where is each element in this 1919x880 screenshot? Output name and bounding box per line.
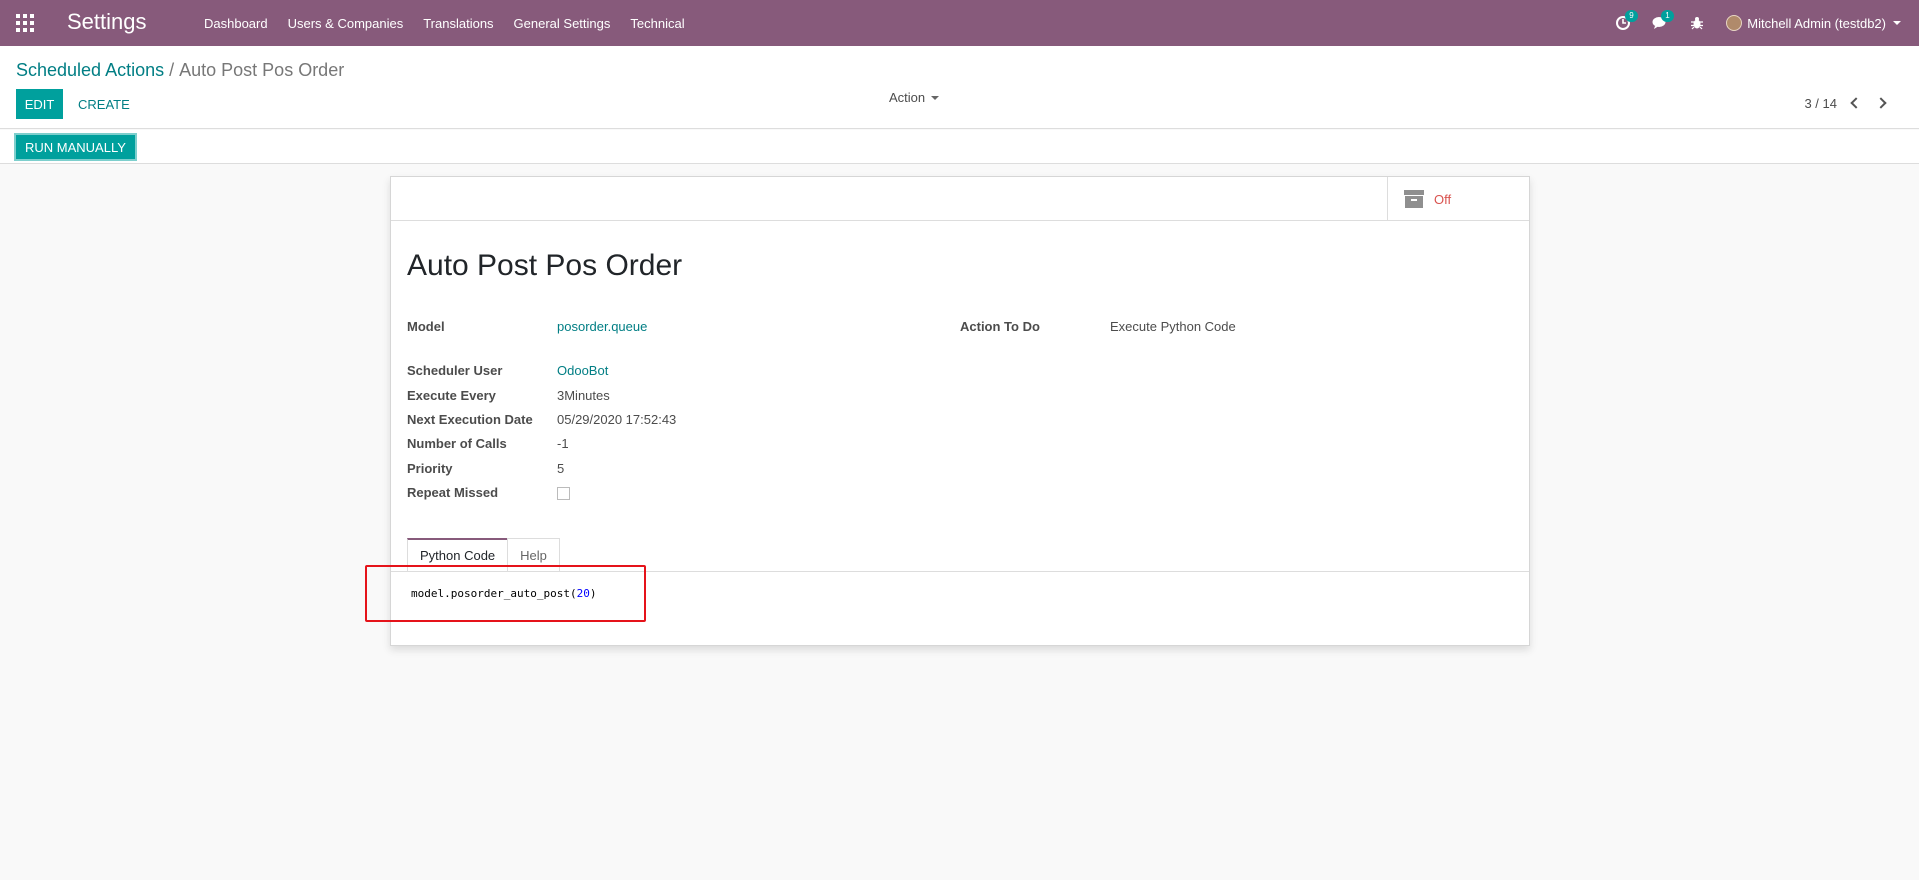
button-box: Off bbox=[391, 177, 1529, 221]
tab-python-code[interactable]: Python Code bbox=[407, 538, 509, 571]
action-to-do-value: Execute Python Code bbox=[1110, 319, 1236, 334]
scheduler-user-link[interactable]: OdooBot bbox=[557, 363, 608, 378]
tab-help[interactable]: Help bbox=[507, 538, 560, 571]
app-title: Settings bbox=[67, 9, 147, 34]
user-name: Mitchell Admin (testdb2) bbox=[1747, 15, 1886, 31]
execute-every-label: Execute Every bbox=[407, 388, 496, 403]
systray: 9 1 Mitchell Admin (testdb2) bbox=[1616, 0, 1919, 46]
debug-menu[interactable] bbox=[1690, 16, 1704, 30]
top-navbar: Settings Dashboard Users & Companies Tra… bbox=[0, 0, 1919, 46]
repeat-missed-label: Repeat Missed bbox=[407, 485, 499, 500]
chevron-right-icon bbox=[1874, 97, 1887, 109]
chevron-left-icon bbox=[1849, 97, 1862, 109]
record-title: Auto Post Pos Order bbox=[407, 249, 683, 282]
apps-menu-icon[interactable] bbox=[16, 14, 34, 32]
caret-down-icon bbox=[1893, 21, 1901, 25]
code-number: 20 bbox=[576, 587, 590, 600]
breadcrumb-scheduled-actions[interactable]: Scheduled Actions bbox=[16, 60, 164, 80]
activity-count-badge: 9 bbox=[1625, 10, 1638, 22]
active-toggle-button[interactable]: Off bbox=[1387, 177, 1529, 221]
number-of-calls-value: -1 bbox=[557, 436, 569, 451]
notebook-tabs: Python Code Help bbox=[407, 538, 560, 572]
active-status-label: Off bbox=[1434, 191, 1452, 207]
number-of-calls-label: Number of Calls bbox=[407, 436, 507, 451]
code-text: model.posorder_auto_post( bbox=[411, 587, 577, 600]
activity-menu[interactable]: 9 bbox=[1616, 10, 1638, 30]
pager: 3 / 14 bbox=[1804, 92, 1893, 114]
edit-button[interactable]: EDIT bbox=[16, 89, 63, 119]
python-code-editor[interactable]: model.posorder_auto_post(20) bbox=[411, 587, 596, 600]
messaging-menu[interactable]: 1 bbox=[1652, 10, 1674, 30]
priority-value: 5 bbox=[557, 461, 565, 476]
breadcrumb-current: Auto Post Pos Order bbox=[179, 60, 345, 80]
action-dropdown[interactable]: Action bbox=[889, 90, 940, 105]
control-panel: Scheduled Actions / Auto Post Pos Order ED… bbox=[0, 46, 1919, 129]
action-to-do-label: Action To Do bbox=[960, 319, 1040, 334]
menu-item-dashboard[interactable]: Dashboard bbox=[194, 16, 278, 31]
next-execution-date-value: 05/29/2020 17:52:43 bbox=[557, 412, 677, 427]
execute-every-value: 3Minutes bbox=[557, 388, 610, 403]
user-menu[interactable]: Mitchell Admin (testdb2) bbox=[1726, 15, 1901, 31]
priority-label: Priority bbox=[407, 461, 453, 476]
form-sheet: Off Auto Post Pos Order Model posorder.q… bbox=[390, 176, 1530, 646]
tab-divider bbox=[391, 571, 1529, 572]
form-statusbar: RUN MANUALLY bbox=[0, 130, 1919, 164]
bug-icon bbox=[1691, 17, 1704, 30]
model-link[interactable]: posorder.queue bbox=[557, 319, 647, 334]
pager-value[interactable]: 3 / 14 bbox=[1804, 96, 1837, 111]
repeat-missed-checkbox[interactable] bbox=[557, 487, 570, 500]
scheduler-user-label: Scheduler User bbox=[407, 363, 503, 378]
code-close: ) bbox=[589, 587, 597, 600]
action-dropdown-label: Action bbox=[889, 90, 926, 105]
pager-next-button[interactable] bbox=[1871, 92, 1893, 114]
pager-previous-button[interactable] bbox=[1843, 92, 1865, 114]
caret-down-icon bbox=[931, 95, 940, 100]
menu-item-translations[interactable]: Translations bbox=[413, 16, 503, 31]
breadcrumb: Scheduled Actions / Auto Post Pos Order bbox=[16, 60, 344, 81]
archive-icon bbox=[1404, 190, 1424, 208]
avatar bbox=[1726, 15, 1743, 31]
breadcrumb-separator: / bbox=[169, 60, 175, 80]
model-label: Model bbox=[407, 319, 445, 334]
menu-item-general-settings[interactable]: General Settings bbox=[504, 16, 621, 31]
main-menu: Dashboard Users & Companies Translations… bbox=[194, 0, 695, 46]
run-manually-button[interactable]: RUN MANUALLY bbox=[14, 133, 137, 161]
create-button[interactable]: CREATE bbox=[70, 89, 138, 119]
menu-item-users-companies[interactable]: Users & Companies bbox=[278, 16, 414, 31]
next-execution-date-label: Next Execution Date bbox=[407, 412, 533, 427]
menu-item-technical[interactable]: Technical bbox=[620, 16, 694, 31]
message-count-badge: 1 bbox=[1661, 10, 1674, 22]
